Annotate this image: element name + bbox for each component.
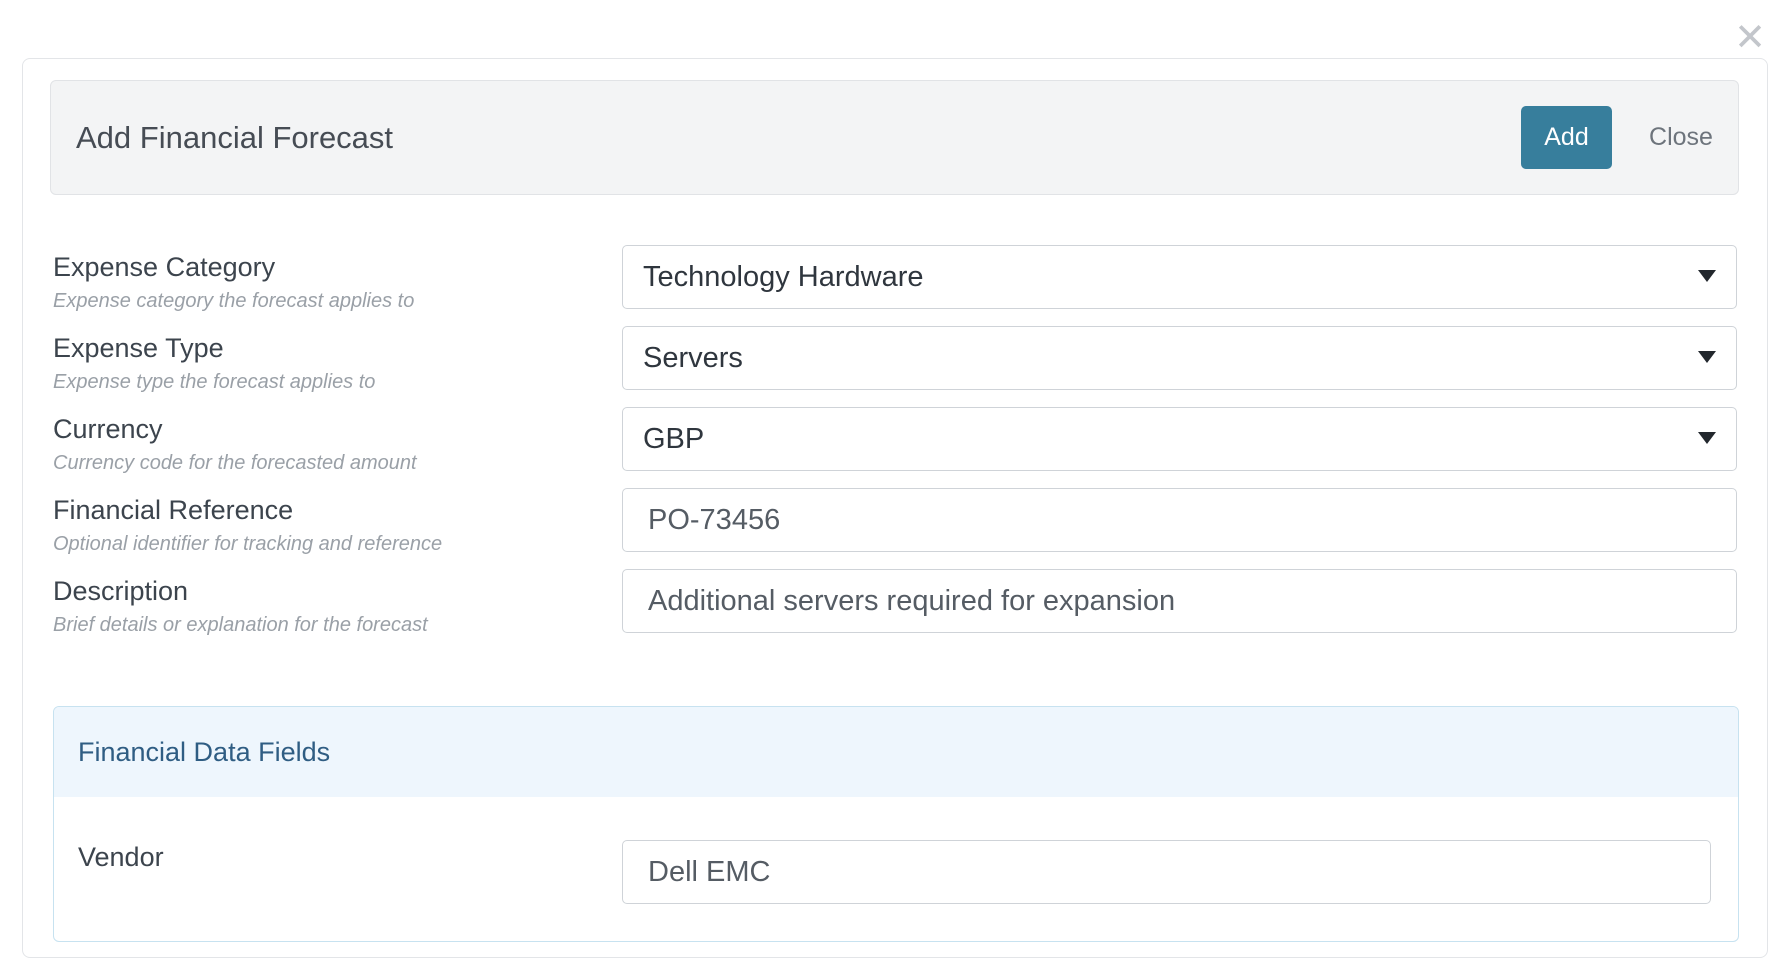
modal-title: Add Financial Forecast	[76, 120, 394, 155]
expense-type-label: Expense Type	[53, 333, 224, 363]
close-button[interactable]: Close	[1629, 106, 1733, 169]
add-button[interactable]: Add	[1521, 106, 1612, 169]
chevron-down-icon	[1698, 351, 1716, 363]
vendor-input[interactable]	[622, 840, 1711, 904]
financial-reference-label: Financial Reference	[53, 495, 294, 525]
section-title: Financial Data Fields	[78, 737, 331, 767]
add-forecast-modal: Add Financial Forecast Add Close Expense…	[22, 58, 1768, 958]
chevron-down-icon	[1698, 432, 1716, 444]
description-label: Description	[53, 576, 189, 606]
financial-reference-input[interactable]	[622, 488, 1737, 552]
currency-select[interactable]: GBP	[622, 407, 1737, 471]
financial-data-section: Financial Data Fields Vendor	[53, 706, 1739, 942]
description-input[interactable]	[622, 569, 1737, 633]
section-header: Financial Data Fields	[54, 707, 1738, 797]
description-row: Description Brief details or explanation…	[23, 569, 1769, 646]
expense-type-hint: Expense type the forecast applies to	[53, 371, 376, 393]
currency-hint: Currency code for the forecasted amount	[53, 452, 417, 474]
expense-type-select[interactable]: Servers	[622, 326, 1737, 390]
currency-value: GBP	[643, 422, 705, 455]
expense-category-label: Expense Category	[53, 252, 276, 282]
close-icon[interactable]: ✕	[1730, 18, 1770, 58]
financial-reference-hint: Optional identifier for tracking and ref…	[53, 533, 443, 555]
modal-header: Add Financial Forecast Add Close	[50, 80, 1739, 195]
expense-category-value: Technology Hardware	[643, 260, 924, 293]
currency-row: Currency Currency code for the forecaste…	[23, 407, 1769, 484]
description-hint: Brief details or explanation for the for…	[53, 614, 428, 636]
chevron-down-icon	[1698, 270, 1716, 282]
currency-label: Currency	[53, 414, 163, 444]
expense-category-select[interactable]: Technology Hardware	[622, 245, 1737, 309]
expense-category-row: Expense Category Expense category the fo…	[23, 245, 1769, 322]
expense-category-hint: Expense category the forecast applies to	[53, 290, 415, 312]
expense-type-row: Expense Type Expense type the forecast a…	[23, 326, 1769, 403]
financial-reference-row: Financial Reference Optional identifier …	[23, 488, 1769, 565]
expense-type-value: Servers	[643, 341, 743, 374]
vendor-label: Vendor	[78, 842, 164, 872]
